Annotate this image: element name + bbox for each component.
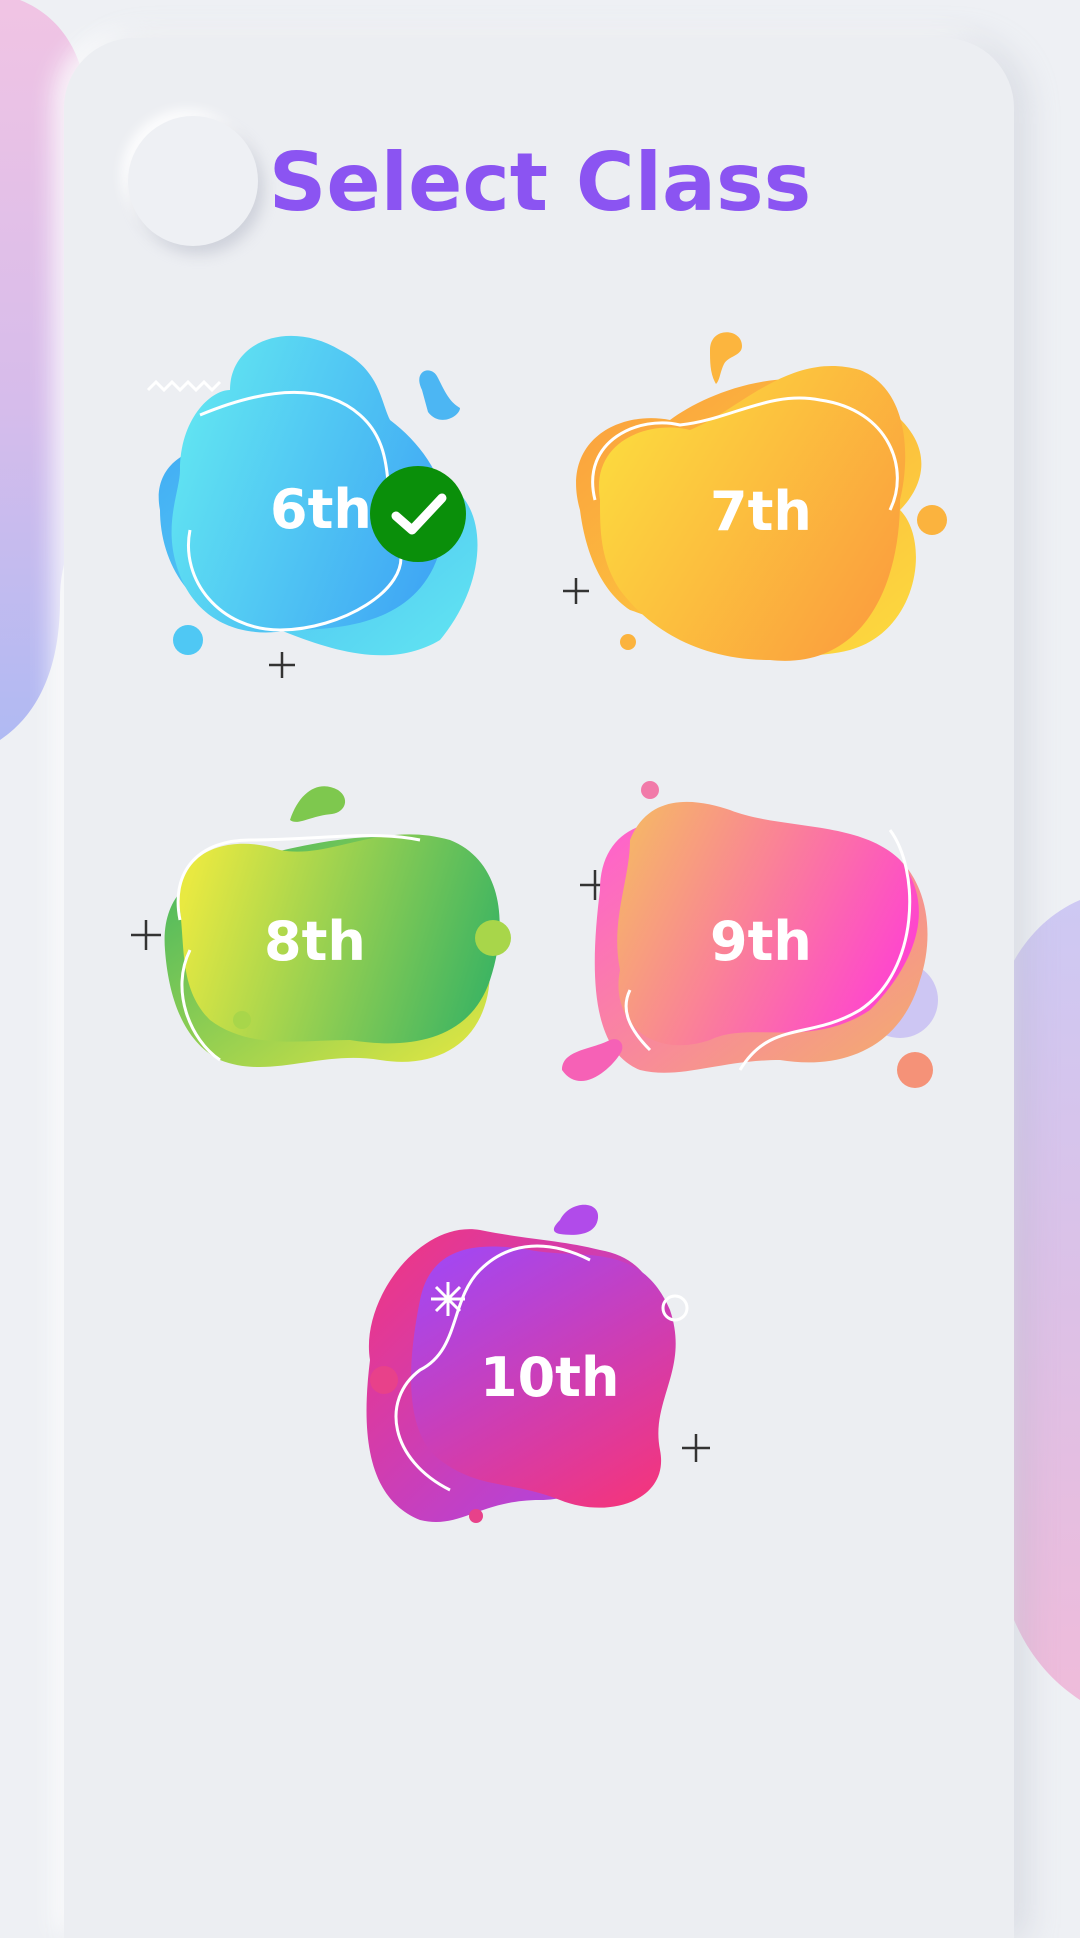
class-label-8th: 8th	[264, 910, 366, 973]
class-option-9th[interactable]: 9th	[562, 770, 950, 1100]
selected-badge	[370, 466, 466, 562]
page-title: Select Class	[268, 136, 812, 229]
back-button[interactable]	[128, 116, 258, 246]
class-option-6th[interactable]: 6th	[140, 330, 500, 670]
class-label-10th: 10th	[480, 1346, 620, 1409]
class-label-7th: 7th	[710, 480, 812, 543]
class-option-8th[interactable]: 8th	[160, 770, 520, 1080]
check-icon	[391, 493, 447, 535]
class-label-6th: 6th	[270, 478, 372, 541]
class-option-7th[interactable]: 7th	[570, 330, 950, 670]
class-option-10th[interactable]: 10th	[360, 1200, 720, 1540]
class-label-9th: 9th	[710, 910, 812, 973]
